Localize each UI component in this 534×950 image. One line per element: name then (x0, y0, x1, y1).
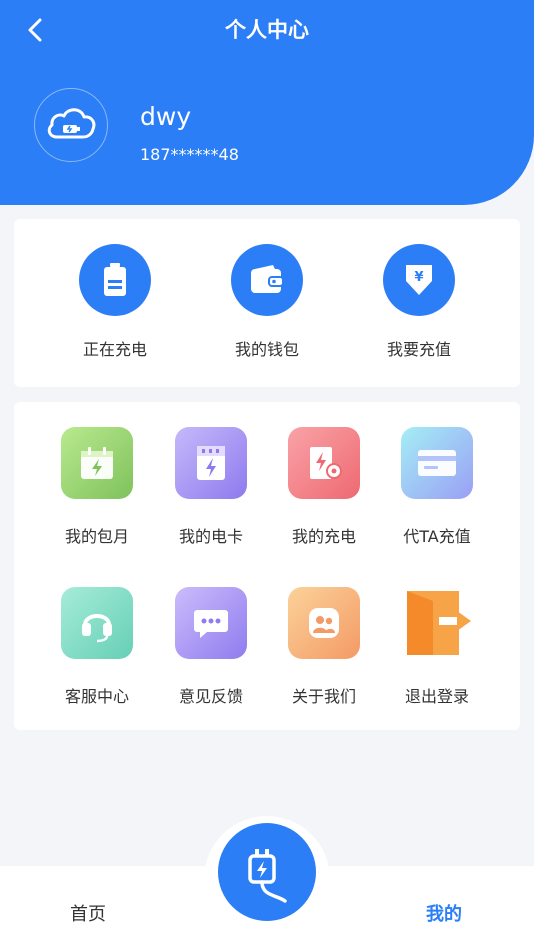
about-us-label: 关于我们 (291, 687, 356, 706)
page-title: 个人中心 (225, 18, 309, 42)
monthly-package-label: 我的包月 (64, 527, 129, 546)
headset-icon (61, 587, 133, 659)
recharge-for-others-button[interactable]: 代TA充值 (387, 427, 487, 547)
logout-door-icon (401, 587, 473, 659)
tab-home[interactable]: 首页 (70, 900, 106, 926)
my-wallet-button[interactable]: 我的钱包 (207, 244, 327, 360)
calendar-bolt-icon (61, 427, 133, 499)
charging-record-icon (288, 427, 360, 499)
charging-now-label: 正在充电 (82, 340, 147, 359)
profile-header: 个人中心 dwy 187******48 (0, 0, 534, 205)
my-charging-button[interactable]: 我的充电 (274, 427, 374, 547)
customer-service-button[interactable]: 客服中心 (47, 587, 147, 707)
services-card: 我的包月 我的电卡 我的充电 代TA充值 客服中心 意见反馈 关于我们 退出登录 (14, 402, 520, 730)
card-icon (401, 427, 473, 499)
my-wallet-label: 我的钱包 (234, 340, 299, 359)
electric-card-label: 我的电卡 (178, 527, 243, 546)
chat-bubble-icon (175, 587, 247, 659)
feedback-label: 意见反馈 (178, 687, 243, 706)
monthly-package-button[interactable]: 我的包月 (47, 427, 147, 547)
my-charging-label: 我的充电 (291, 527, 356, 546)
charging-plug-icon (248, 849, 287, 903)
charging-now-button[interactable]: 正在充电 (55, 244, 175, 360)
feedback-button[interactable]: 意见反馈 (161, 587, 261, 707)
user-phone: 187******48 (140, 145, 239, 164)
quick-actions-card: 正在充电 我的钱包 ¥ 我要充值 (14, 219, 520, 387)
scan-charge-button[interactable] (218, 823, 316, 921)
yen-recharge-icon: ¥ (383, 244, 455, 316)
tab-mine[interactable]: 我的 (426, 900, 462, 926)
customer-service-label: 客服中心 (64, 687, 129, 706)
svg-text:¥: ¥ (414, 270, 423, 285)
group-icon (288, 587, 360, 659)
recharge-label: 我要充值 (386, 340, 451, 359)
avatar[interactable] (34, 88, 108, 162)
logout-button[interactable]: 退出登录 (387, 587, 487, 707)
about-us-button[interactable]: 关于我们 (274, 587, 374, 707)
electric-card-button[interactable]: 我的电卡 (161, 427, 261, 547)
user-name: dwy (140, 102, 192, 131)
electric-card-icon (175, 427, 247, 499)
wallet-icon (231, 244, 303, 316)
battery-icon (79, 244, 151, 316)
logout-label: 退出登录 (404, 687, 469, 706)
cloud-charger-icon (47, 108, 96, 139)
recharge-button[interactable]: ¥ 我要充值 (359, 244, 479, 360)
recharge-for-others-label: 代TA充值 (403, 527, 471, 546)
